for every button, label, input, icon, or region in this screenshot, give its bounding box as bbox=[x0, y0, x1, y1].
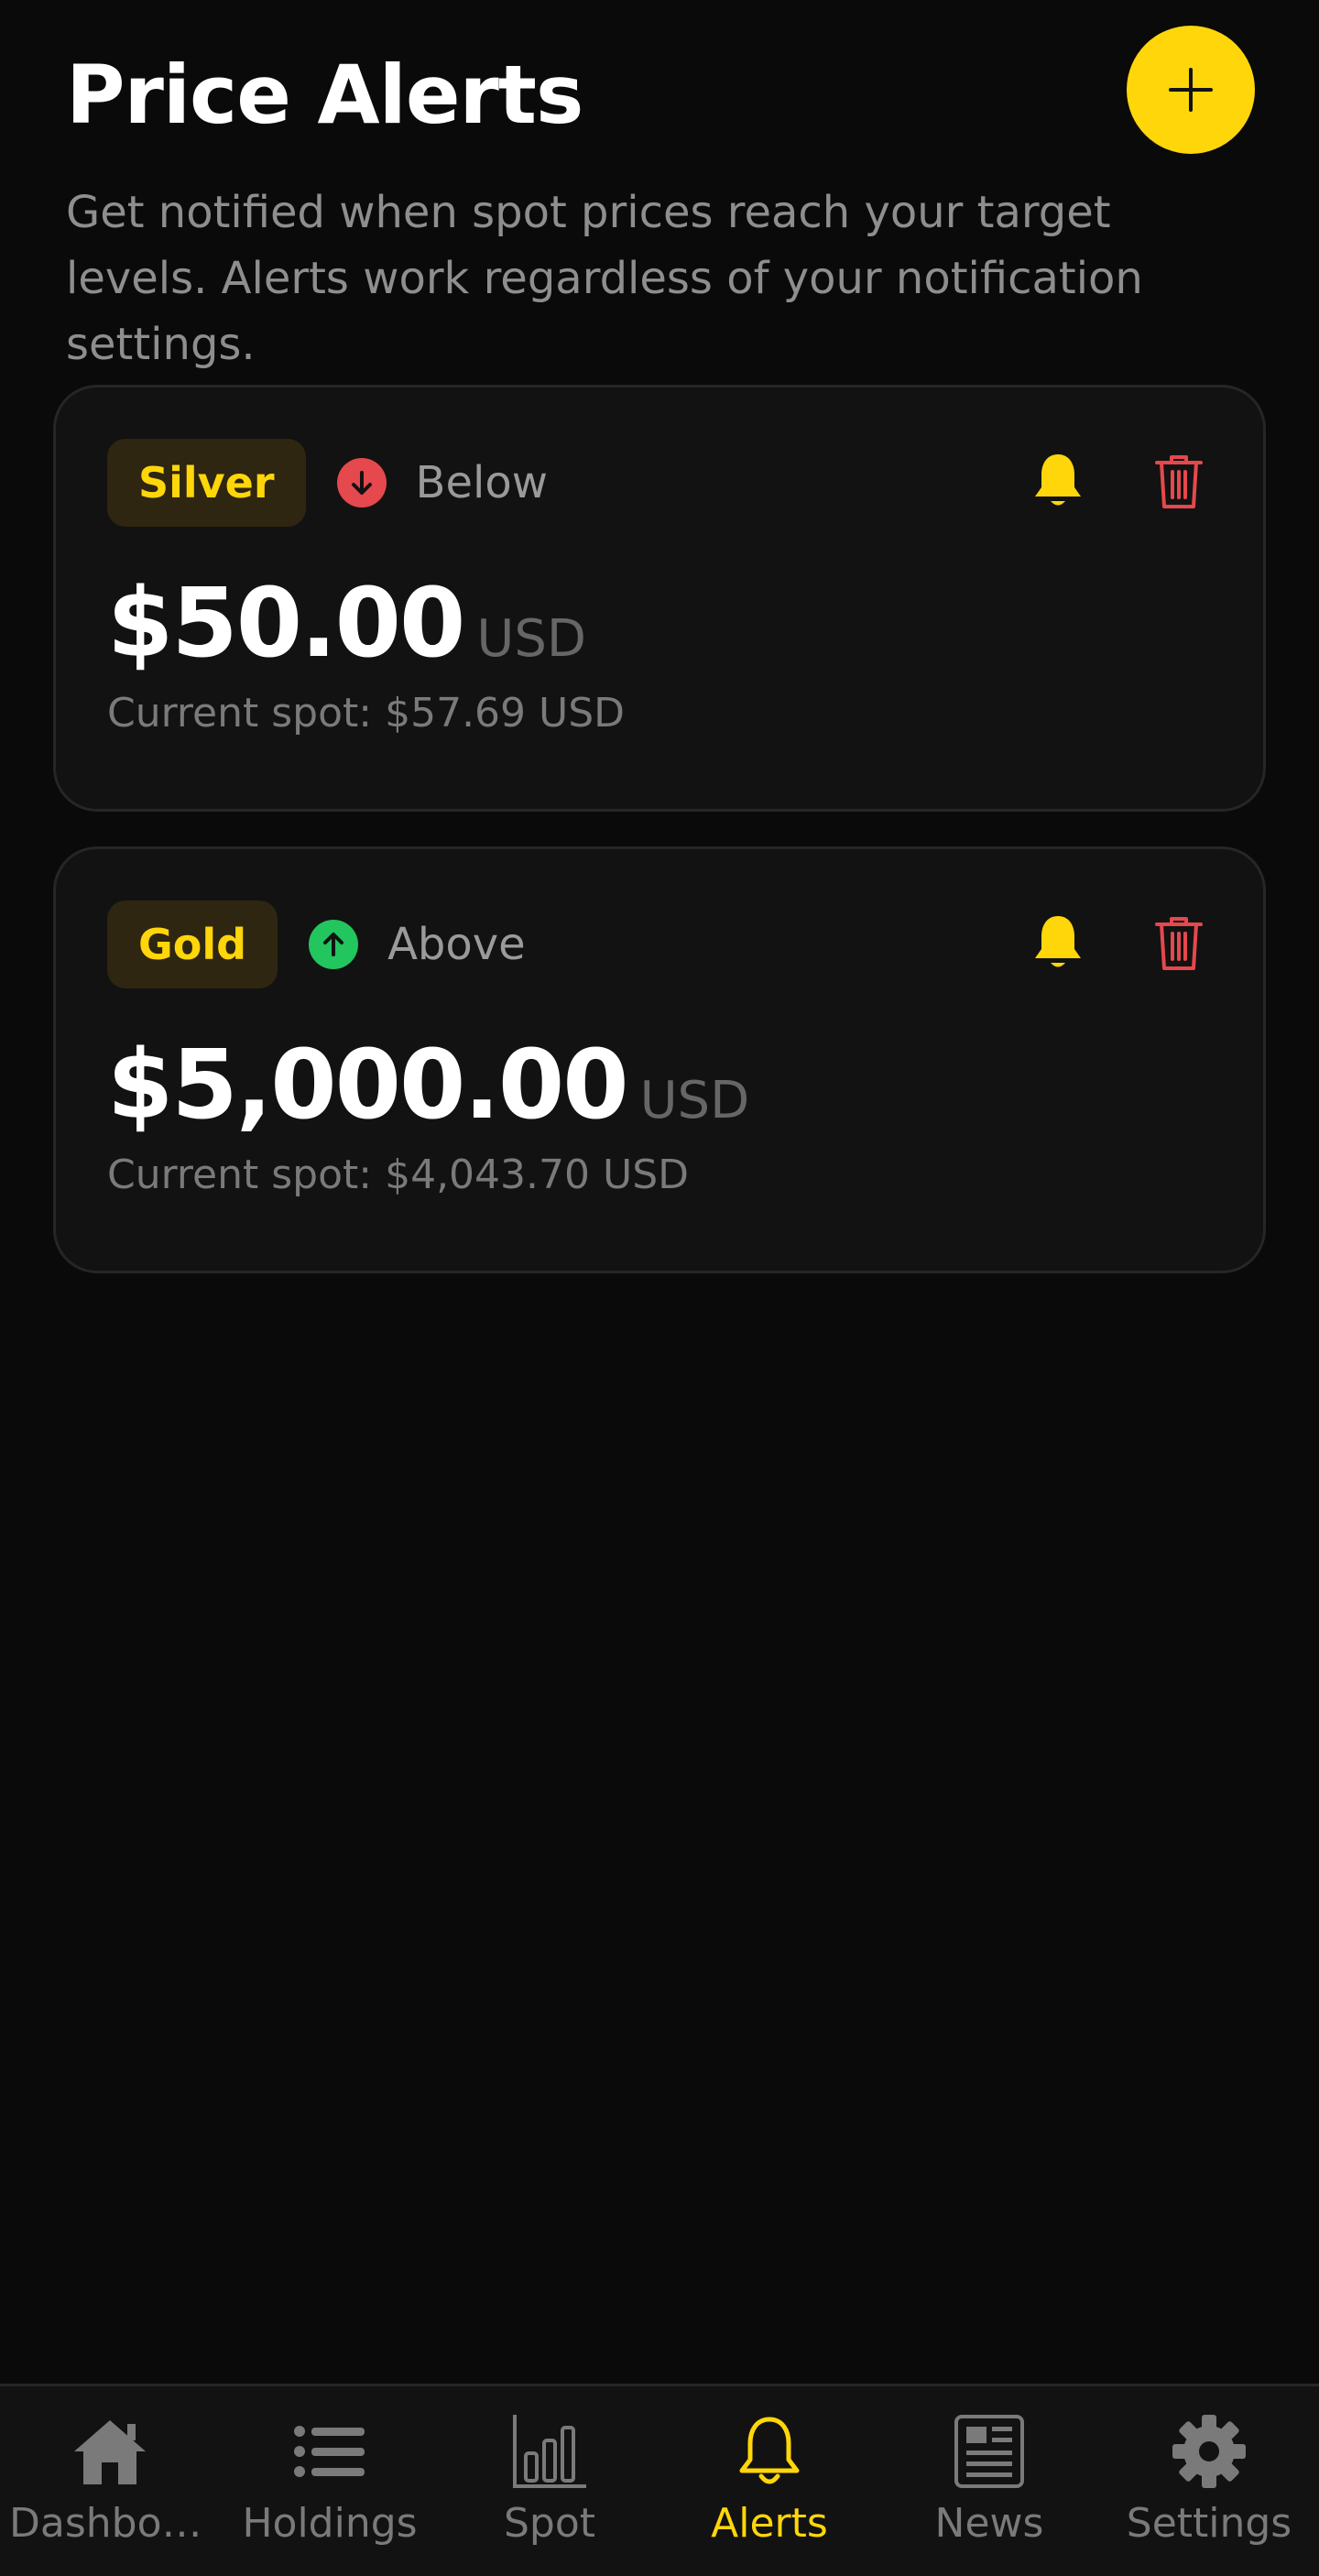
bell-icon bbox=[728, 2410, 811, 2493]
bar-chart-icon bbox=[508, 2410, 591, 2493]
nav-label: Holdings bbox=[242, 2500, 418, 2547]
page-subtitle: Get notified when spot prices reach your… bbox=[66, 187, 1143, 370]
toggle-alert-button[interactable] bbox=[1025, 444, 1091, 518]
nav-label: Spot bbox=[503, 2500, 596, 2547]
plus-icon bbox=[1169, 68, 1213, 112]
nav-label: Alerts bbox=[711, 2500, 828, 2547]
current-spot: Current spot: $57.69 USD bbox=[107, 690, 626, 737]
nav-item-alerts[interactable]: Alerts bbox=[660, 2386, 879, 2576]
delete-alert-button[interactable] bbox=[1146, 444, 1212, 518]
bell-icon bbox=[1035, 454, 1081, 506]
nav-item-settings[interactable]: Settings bbox=[1099, 2386, 1319, 2576]
newspaper-icon bbox=[948, 2410, 1030, 2493]
current-spot: Current spot: $4,043.70 USD bbox=[107, 1152, 690, 1198]
nav-item-news[interactable]: News bbox=[879, 2386, 1099, 2576]
list-icon bbox=[289, 2410, 371, 2493]
trash-icon bbox=[1155, 455, 1203, 508]
home-icon bbox=[69, 2410, 151, 2493]
delete-alert-button[interactable] bbox=[1146, 906, 1212, 979]
alert-card: Silver Below $50.00 USD Current spot: $5… bbox=[53, 385, 1266, 812]
trash-icon bbox=[1155, 917, 1203, 970]
arrow-down-circle-icon bbox=[336, 458, 387, 508]
metal-badge: Silver bbox=[107, 439, 306, 527]
nav-label: News bbox=[934, 2500, 1044, 2547]
header: Price Alerts bbox=[66, 26, 1255, 169]
gear-icon bbox=[1168, 2410, 1250, 2493]
target-price: $5,000.00 bbox=[107, 1029, 629, 1141]
direction-label: Below bbox=[415, 457, 548, 508]
alert-card: Gold Above $5,000.00 USD Current spot: $… bbox=[53, 846, 1266, 1273]
nav-label: Dashboa... bbox=[9, 2500, 211, 2547]
direction-label: Above bbox=[387, 919, 526, 970]
arrow-up-circle-icon bbox=[309, 920, 359, 969]
nav-label: Settings bbox=[1126, 2500, 1292, 2547]
price-currency: USD bbox=[476, 609, 586, 669]
page-title: Price Alerts bbox=[66, 48, 583, 142]
price-currency: USD bbox=[639, 1071, 750, 1130]
toggle-alert-button[interactable] bbox=[1025, 906, 1091, 979]
bottom-nav: Dashboa... Holdings Spot Alerts News Set… bbox=[0, 2384, 1319, 2576]
metal-badge: Gold bbox=[107, 901, 278, 988]
add-alert-button[interactable] bbox=[1127, 26, 1255, 154]
nav-item-spot[interactable]: Spot bbox=[440, 2386, 660, 2576]
target-price: $50.00 bbox=[107, 567, 465, 679]
nav-item-holdings[interactable]: Holdings bbox=[220, 2386, 440, 2576]
bell-icon bbox=[1035, 916, 1081, 967]
nav-item-dashboard[interactable]: Dashboa... bbox=[0, 2386, 220, 2576]
